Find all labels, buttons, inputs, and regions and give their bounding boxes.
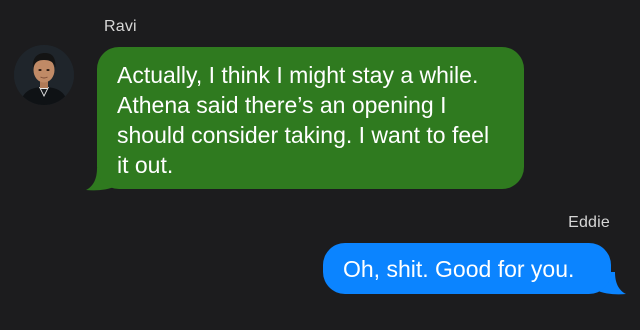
sender-name-ravi: Ravi [104,18,137,35]
message-text: Actually, I think I might stay a while. … [117,62,490,178]
sender-name-eddie: Eddie [568,214,610,231]
message-bubble-incoming[interactable]: Actually, I think I might stay a while. … [97,47,524,189]
avatar-portrait [14,45,74,105]
avatar[interactable] [14,45,74,105]
message-bubble-outgoing[interactable]: Oh, shit. Good for you. [323,243,611,294]
message-text: Oh, shit. Good for you. [343,256,575,282]
